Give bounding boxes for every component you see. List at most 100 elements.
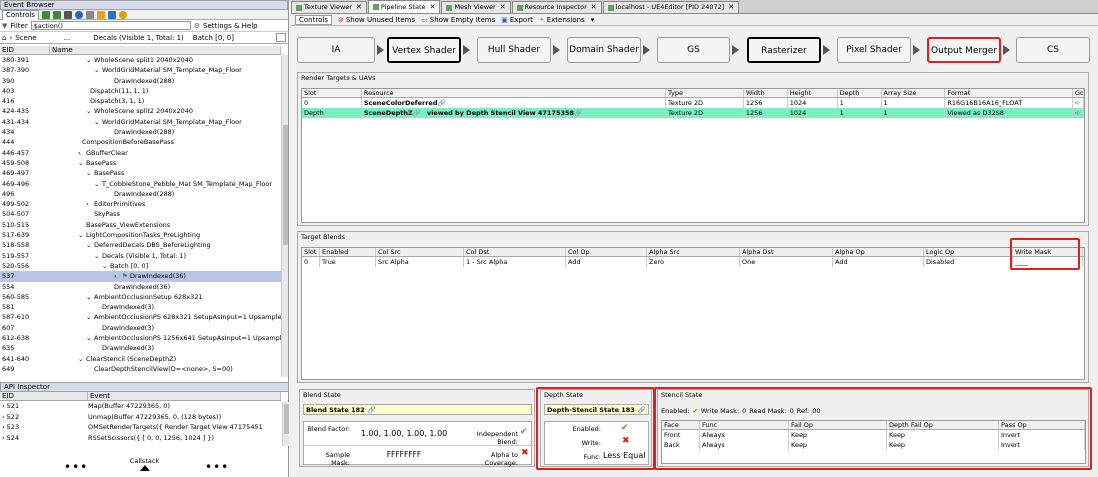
pipeline-stage[interactable]: Pixel Shader <box>837 37 911 63</box>
api-col-event[interactable]: Event <box>88 392 281 400</box>
color-icon[interactable] <box>118 10 127 19</box>
api-col-eid[interactable]: EID <box>0 392 88 400</box>
close-icon[interactable]: ✕ <box>430 2 436 13</box>
rt-resource-name[interactable]: SceneDepthZ <box>364 109 413 117</box>
col-name[interactable]: Name <box>50 46 281 54</box>
event-row[interactable]: 587-610 ⌄ AmbientOcclusionPS 628x321 Setup… <box>0 312 281 322</box>
doc-tab[interactable]: Mesh Viewer ✕ <box>441 1 511 13</box>
event-row[interactable]: 387-390 ⌄ WorldGridMaterial SM_Template_Ma… <box>0 65 281 75</box>
rt-resource-name[interactable]: SceneColorDeferred <box>364 99 438 107</box>
event-row[interactable]: 444 CompositionBeforeBasePass <box>0 137 281 147</box>
tb-col-header[interactable]: Alpha Op <box>833 248 924 256</box>
event-row[interactable]: 424-435 ⌄ WholeScene split2 2040x2040 <box>0 106 281 116</box>
doc-tab[interactable]: Texture Viewer ✕ <box>291 1 367 13</box>
tb-col-header[interactable]: Col Src <box>376 248 464 256</box>
pipeline-stage[interactable]: Vertex Shader <box>387 37 461 63</box>
chevron-down-icon[interactable]: ⌄ <box>86 312 92 322</box>
event-row[interactable]: 581 DrawIndexed(3) <box>0 302 281 312</box>
export-button[interactable]: ▣ Export <box>501 16 533 24</box>
api-row[interactable]: › 522 Unmap(Buffer 47229365, 0, (128 byte… <box>0 412 289 423</box>
rt-col-header[interactable]: Format <box>945 89 1074 97</box>
rt-col-header[interactable]: Width <box>744 89 788 97</box>
drag-handle-right[interactable]: ••• <box>205 461 229 473</box>
chevron-down-icon[interactable]: ⌄ <box>94 117 100 127</box>
chevron-down-icon[interactable]: ⌄ <box>78 230 84 240</box>
chevron-down-icon[interactable]: ⌄ <box>86 106 92 116</box>
chevron-down-icon[interactable]: ⌄ <box>86 240 92 250</box>
chevron-down-icon[interactable]: ⌄ <box>78 354 84 364</box>
back-icon[interactable] <box>41 10 50 19</box>
close-icon[interactable]: ✕ <box>356 2 362 13</box>
settings-icon[interactable] <box>96 10 105 19</box>
event-row[interactable]: 459-508 ⌄ BasePass <box>0 158 281 168</box>
event-row[interactable]: 641-640 ⌄ ClearStencil (SceneDepthZ) <box>0 354 281 364</box>
event-row[interactable]: 519-557 ⌄ Decals (Visible 1, Total: 1) <box>0 251 281 261</box>
rt-row[interactable]: Depth SceneDepthZ🔗 viewed by Depth Stencil… <box>302 108 1084 118</box>
event-row[interactable]: 431-434 ⌄ WorldGridMaterial SM_Template_Ma… <box>0 117 281 127</box>
event-row[interactable]: 635 DrawIndexed(3) <box>0 343 281 353</box>
tb-col-header[interactable]: Enabled <box>320 248 376 256</box>
event-row[interactable]: 390 DrawIndexed(288) <box>0 76 281 86</box>
event-row[interactable]: 518-558 ⌄ DeferredDecals DBS_BeforeLightin… <box>0 240 281 250</box>
event-row[interactable]: 403 Dispatch(11, 1, 1) <box>0 86 281 96</box>
event-tree-scrollbar[interactable] <box>281 55 288 377</box>
event-row[interactable]: 537 › ⚑ DrawIndexed(36) <box>0 271 281 282</box>
breadcrumb-ellipsis[interactable]: ... <box>64 34 71 42</box>
pipeline-stage[interactable]: CS <box>1016 37 1090 63</box>
tb-col-header[interactable]: Col Op <box>566 248 647 256</box>
doc-tab[interactable]: Pipeline State ✕ <box>367 0 441 13</box>
rt-row[interactable]: 0 SceneColorDeferred🔗 Texture 2D 1256 1024 1 1… <box>302 98 1084 108</box>
pipeline-stage[interactable]: Output Merger <box>927 37 1001 63</box>
pipeline-stage[interactable]: IA <box>297 37 375 63</box>
find-icon[interactable] <box>63 10 72 19</box>
chevron-right-icon[interactable]: › <box>86 199 92 209</box>
event-row[interactable]: 560-585 ⌄ AmbientOcclusionSetup 628x321 <box>0 292 281 302</box>
chevron-down-icon[interactable]: ⌄ <box>86 168 92 178</box>
chevron-right-icon[interactable]: › <box>78 148 84 158</box>
controls-tab[interactable]: Controls <box>2 9 39 20</box>
api-scrollbar-thumb[interactable] <box>284 404 289 434</box>
rt-col-header[interactable]: Resource <box>362 89 667 97</box>
chevron-down-icon[interactable]: ⌄ <box>94 65 100 75</box>
event-row[interactable]: 380-391 ⌄ WholeScene split1 2040x2040 <box>0 55 281 65</box>
timeline-icon[interactable] <box>74 10 83 19</box>
api-row[interactable]: › 523 OMSetRenderTargets({ Render Target … <box>0 422 289 433</box>
controls-tab[interactable]: Controls <box>295 14 332 25</box>
col-eid[interactable]: EID <box>0 46 50 54</box>
filter-input[interactable]: $action() <box>30 21 191 30</box>
event-row[interactable]: 510-515 BasePass_ViewExtensions <box>0 220 281 230</box>
event-row[interactable]: 416 Dispatch(3, 1, 1) <box>0 96 281 106</box>
close-icon[interactable]: ✕ <box>591 2 597 13</box>
link-icon[interactable]: 🔗 <box>413 109 421 117</box>
rt-col-header[interactable]: Type <box>666 89 744 97</box>
event-row[interactable]: 649 ClearDepthStencilView(D=<none>, S=00) <box>0 364 281 374</box>
pipeline-stage[interactable]: Hull Shader <box>477 37 551 63</box>
callstack-label[interactable]: Callstack <box>0 457 289 465</box>
rt-col-header[interactable]: Depth <box>838 89 882 97</box>
gear-icon[interactable]: ⚙ <box>194 22 200 30</box>
rt-col-header[interactable]: Array Size <box>882 89 946 97</box>
api-row[interactable]: › 524 RSSetScissors({ [ 0, 0, 1256, 1024 … <box>0 433 289 444</box>
chevron-right-icon[interactable]: › <box>114 271 120 281</box>
api-row[interactable]: › 521 Map(Buffer 47229365, 0) <box>0 401 289 412</box>
show-empty-toggle[interactable]: ▭ Show Empty Items <box>421 16 495 24</box>
chevron-down-icon[interactable]: ⌄ <box>86 292 92 302</box>
pipeline-stage[interactable]: GS <box>657 37 730 63</box>
bookmark-icon[interactable] <box>85 10 94 19</box>
event-row[interactable]: 554 DrawIndexed(36) <box>0 282 281 292</box>
tb-col-header[interactable]: Alpha Dst <box>740 248 833 256</box>
rt-col-header[interactable]: Go <box>1073 89 1084 97</box>
event-row[interactable]: 499-502 › EditorPrimitives <box>0 199 281 209</box>
rt-col-header[interactable]: Height <box>788 89 838 97</box>
event-row[interactable]: 607 DrawIndexed(3) <box>0 323 281 333</box>
breadcrumb-scene[interactable]: Scene <box>15 34 36 42</box>
breadcrumb-batch[interactable]: Batch [0, 0] <box>193 34 234 42</box>
event-row[interactable]: 612-638 ⌄ AmbientOcclusionPS 1256x641 Setu… <box>0 333 281 343</box>
tb-row[interactable]: 0 True Src Alpha 1 - Src Alpha Add Zero One Add… <box>302 257 1084 267</box>
tb-col-header[interactable]: Col Dst <box>464 248 566 256</box>
chevron-down-icon[interactable]: ⌄ <box>78 158 84 168</box>
edit-icon[interactable] <box>276 33 286 42</box>
close-icon[interactable]: ✕ <box>500 2 506 13</box>
chevron-down-icon[interactable]: ⌄ <box>94 251 100 261</box>
go-arrow-icon[interactable]: ➪ <box>1073 98 1084 108</box>
